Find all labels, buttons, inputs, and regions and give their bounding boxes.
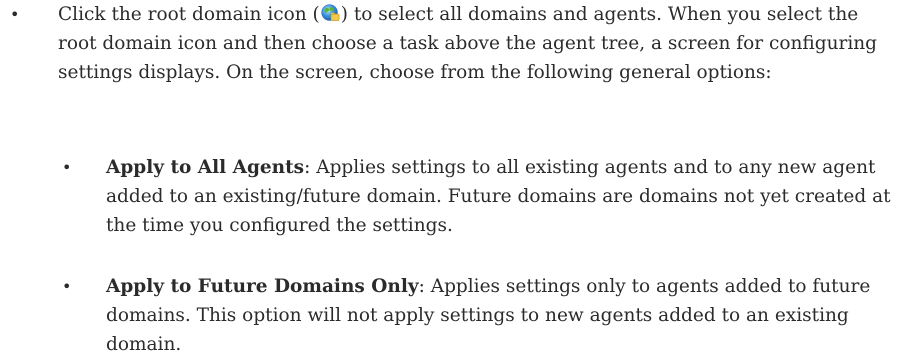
- bullet-marker: •: [62, 158, 72, 177]
- bullet-marker: •: [10, 5, 20, 24]
- option-title: Apply to All Agents: [106, 157, 305, 178]
- root-domain-icon: [321, 4, 340, 21]
- root-domain-paragraph: Click the root domain icon ( ) to select…: [58, 0, 898, 87]
- bullet-marker: •: [62, 277, 72, 296]
- option-apply-all-agents: Apply to All Agents: Applies settings to…: [106, 153, 896, 240]
- paragraph-text-start: Click the root domain icon (: [58, 4, 320, 25]
- option-title: Apply to Future Domains Only: [106, 276, 419, 297]
- option-apply-future-domains: Apply to Future Domains Only: Applies se…: [106, 272, 896, 359]
- document-page: • Click the root domain icon ( ) to sele…: [0, 0, 914, 361]
